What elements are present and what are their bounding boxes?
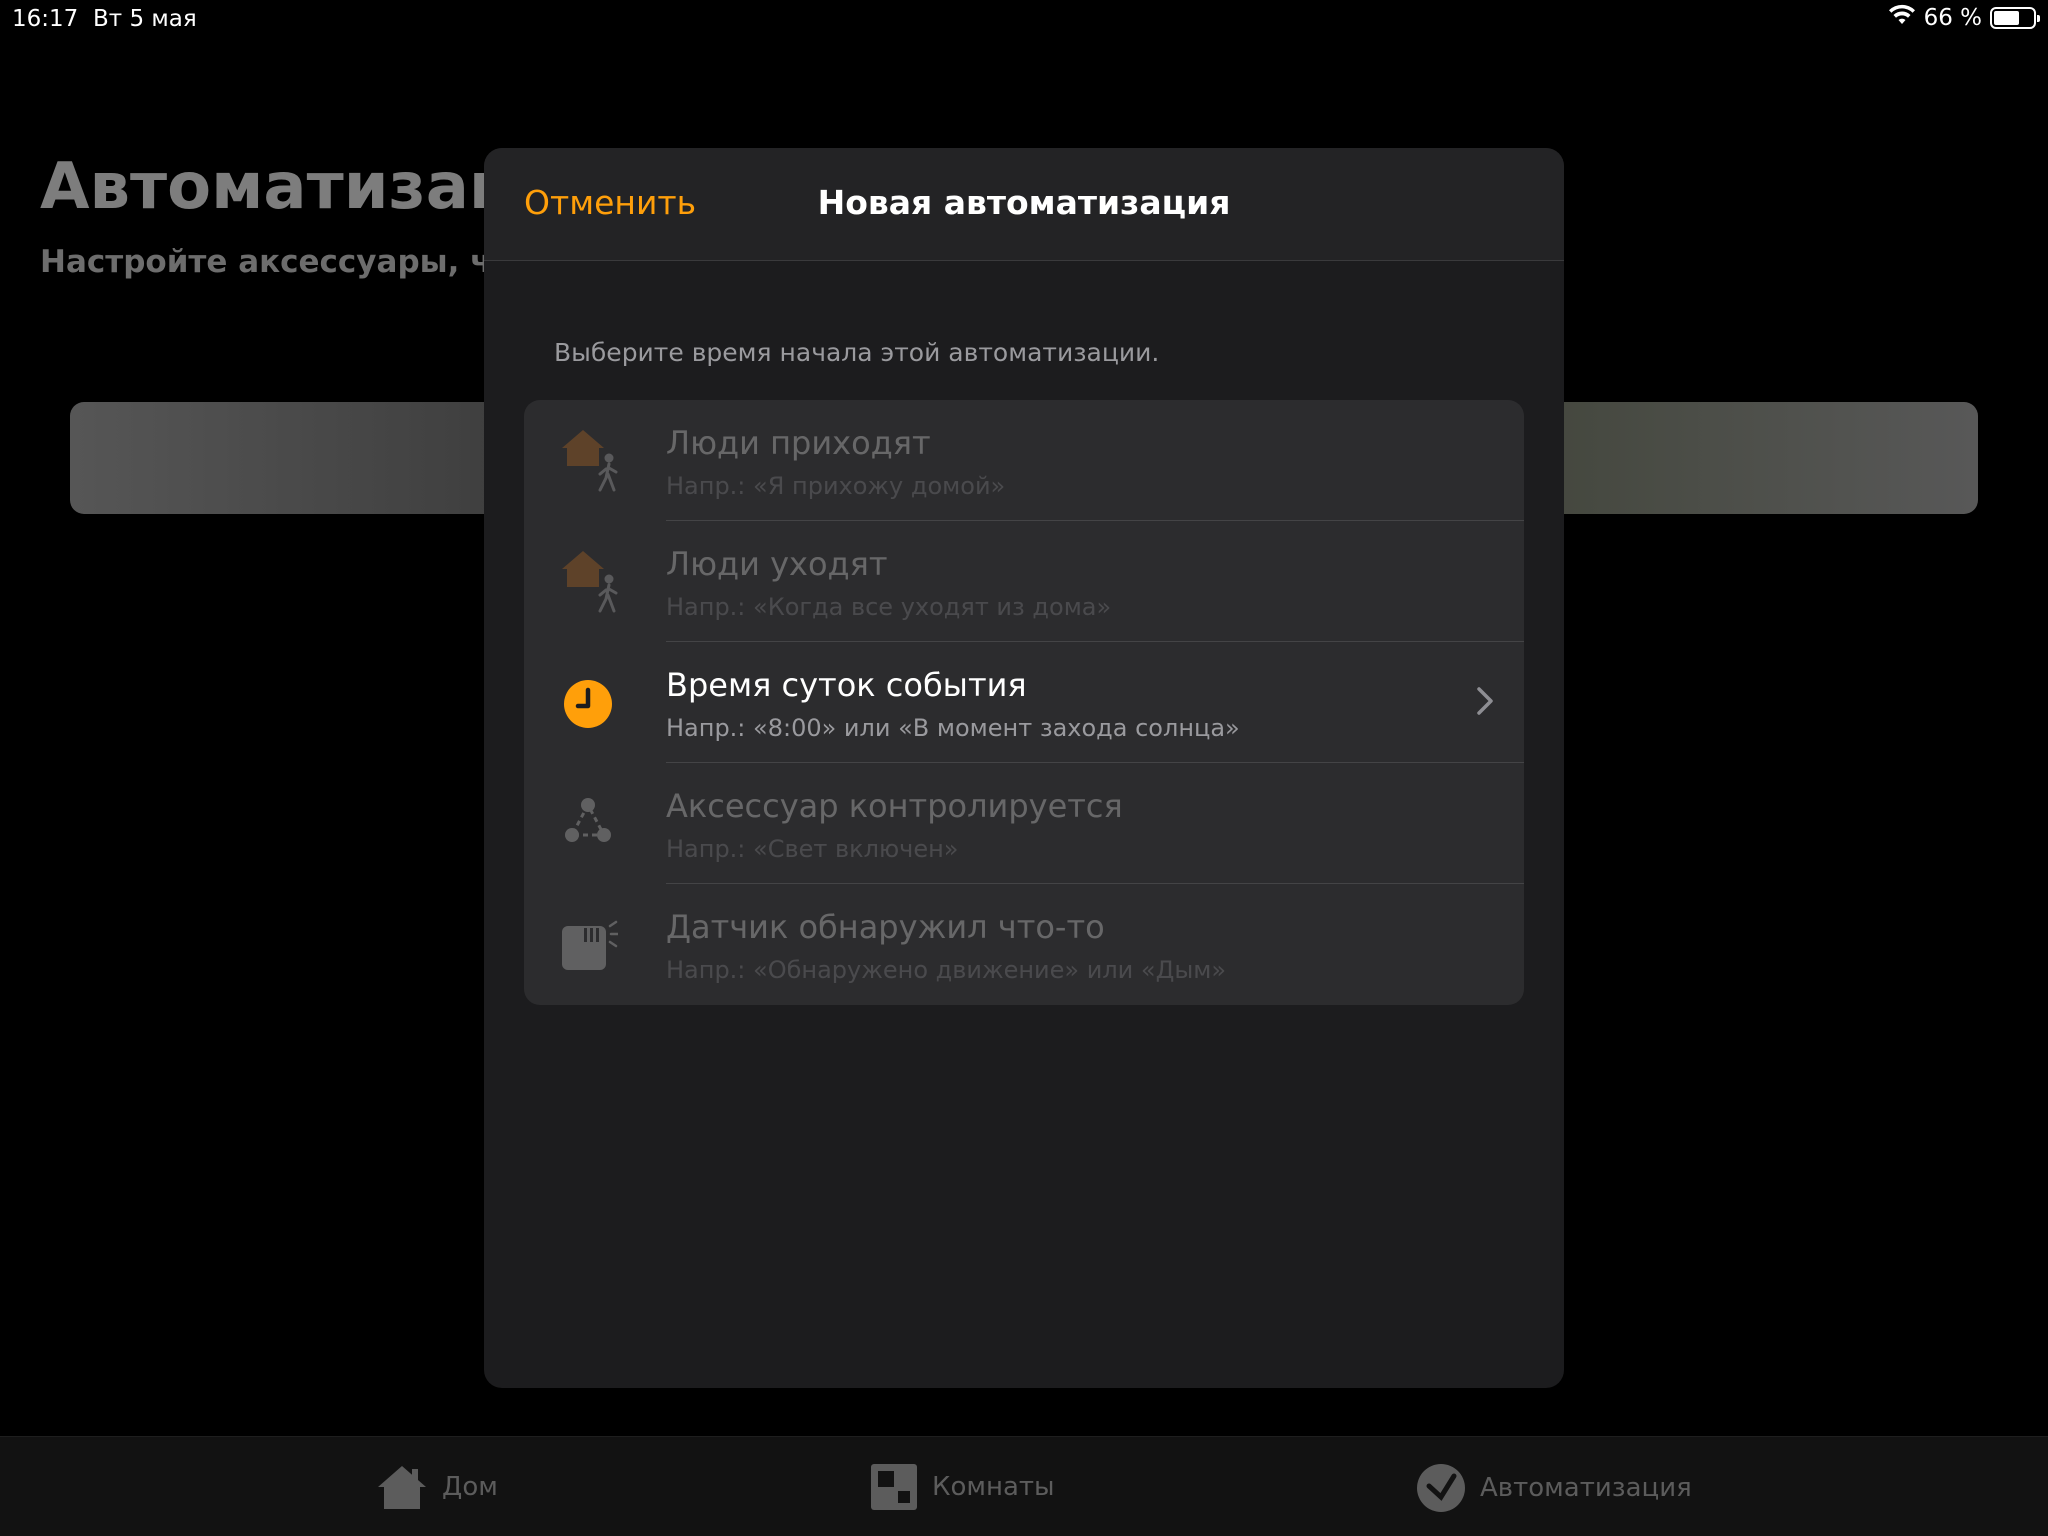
status-time: 16:17 [12,6,79,32]
battery-percent: 66 % [1923,5,1982,31]
home-person-icon [562,428,618,492]
trigger-title: Люди уходят [666,545,888,583]
wifi-icon [1888,4,1916,32]
sensor-icon [562,912,620,976]
tab-home-label: Дом [442,1472,498,1502]
chevron-right-icon [1476,686,1494,720]
clock-icon [562,670,618,734]
new-automation-sheet: Новая автоматизация Отменить Выберите вр… [484,148,1564,1388]
trigger-subtitle: Напр.: «Я прихожу домой» [666,472,1006,500]
cancel-button[interactable]: Отменить [524,183,696,222]
trigger-people-arrive[interactable]: Люди приходят Напр.: «Я прихожу домой» [524,400,1524,521]
battery-icon [1990,7,2040,29]
status-bar: 16:17 Вт 5 мая 66 % [0,0,2048,40]
trigger-prompt: Выберите время начала этой автоматизации… [554,338,1160,367]
trigger-subtitle: Напр.: «8:00» или «В момент захода солнц… [666,714,1240,742]
trigger-subtitle: Напр.: «Обнаружено движение» или «Дым» [666,956,1227,984]
home-person-icon [562,549,618,613]
trigger-title: Аксессуар контролируется [666,787,1123,825]
trigger-time-of-day[interactable]: Время суток события Напр.: «8:00» или «В… [524,642,1524,763]
tab-bar: Дом Комнаты Автоматизация [0,1436,2048,1536]
trigger-people-leave[interactable]: Люди уходят Напр.: «Когда все уходят из … [524,521,1524,642]
accessory-icon [562,791,618,855]
sheet-header: Новая автоматизация Отменить [484,148,1564,261]
trigger-title: Датчик обнаружил что-то [666,908,1105,946]
tab-automation-label: Автоматизация [1480,1473,1692,1503]
status-right: 66 % [1888,4,2040,32]
status-date: Вт 5 мая [93,6,197,32]
rooms-icon [870,1463,918,1511]
trigger-title: Время суток события [666,666,1027,704]
trigger-list: Люди приходят Напр.: «Я прихожу домой» Л… [524,400,1524,1005]
tab-automation[interactable]: Автоматизация [1416,1463,1692,1513]
trigger-subtitle: Напр.: «Когда все уходят из дома» [666,593,1112,621]
tab-home[interactable]: Дом [376,1463,498,1511]
trigger-title: Люди приходят [666,424,931,462]
page-subtitle: Настройте аксессуары, чтобы [40,244,485,280]
trigger-accessory-controlled[interactable]: Аксессуар контролируется Напр.: «Свет вк… [524,763,1524,884]
battery-fill [1994,11,2020,25]
home-icon [376,1463,428,1511]
tab-rooms[interactable]: Комнаты [870,1463,1055,1511]
trigger-subtitle: Напр.: «Свет включен» [666,835,959,863]
tab-rooms-label: Комнаты [932,1472,1055,1502]
automation-icon [1416,1463,1466,1513]
trigger-sensor-detects[interactable]: Датчик обнаружил что-то Напр.: «Обнаруже… [524,884,1524,1005]
page-title: Автоматизация [40,150,485,224]
